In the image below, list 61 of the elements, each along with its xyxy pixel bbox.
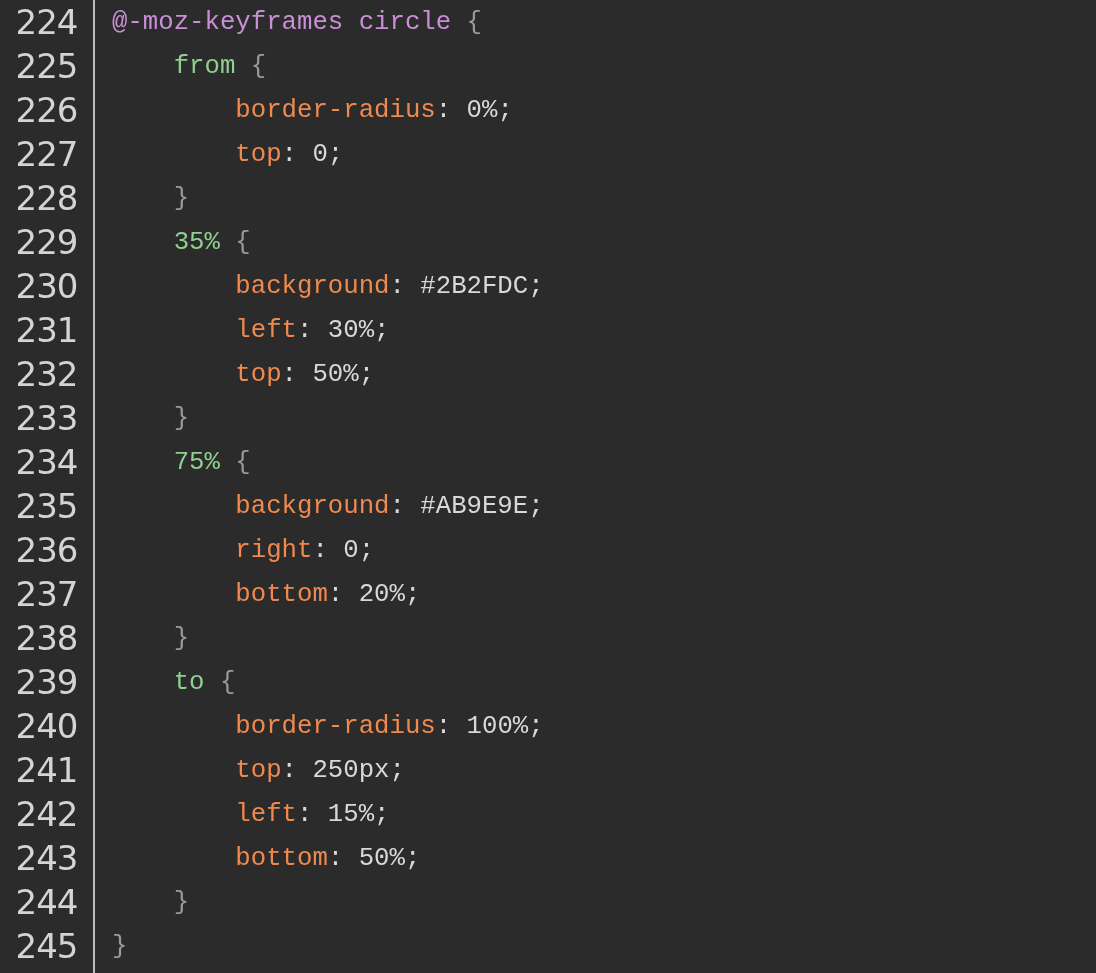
code-token: bottom <box>235 579 328 609</box>
code-token: left <box>235 799 297 829</box>
line-number: 237 <box>0 572 95 616</box>
code-token: to <box>173 667 205 697</box>
code-token: from <box>173 51 236 81</box>
line-number: 242 <box>0 792 95 836</box>
code-token: right <box>235 535 313 565</box>
code-token: } <box>173 887 190 917</box>
code-token: : 0; <box>312 535 375 565</box>
code-token: } <box>173 623 190 653</box>
code-token: : 0; <box>281 139 344 169</box>
code-token: bottom <box>235 843 328 873</box>
code-token: { <box>465 7 482 37</box>
line-number: 231 <box>0 308 95 352</box>
code-token: } <box>173 403 190 433</box>
line-number: 225 <box>0 44 95 88</box>
code-token: border-radius <box>235 95 436 125</box>
code-token: : 250px; <box>281 755 405 785</box>
code-token: { <box>234 447 251 477</box>
code-token: border-radius <box>235 711 436 741</box>
code-token: background <box>235 491 390 521</box>
code-token: : 20%; <box>327 579 421 609</box>
line-number: 240 <box>0 704 95 748</box>
code-token: { <box>249 51 267 81</box>
code-token: : 100%; <box>435 711 544 741</box>
code-token: : #2B2FDC; <box>389 271 544 301</box>
code-token: { <box>234 227 251 257</box>
line-number: 233 <box>0 396 95 440</box>
code-token: : 50%; <box>281 359 375 389</box>
code-token: background <box>235 271 390 301</box>
line-number: 244 <box>0 880 95 924</box>
code-token: top <box>235 139 282 169</box>
line-number: 236 <box>0 528 95 572</box>
code-token: top <box>235 755 282 785</box>
code-token: : 15%; <box>297 799 390 829</box>
code-token: } <box>173 183 190 213</box>
line-number: 243 <box>0 836 95 880</box>
line-number: 228 <box>0 176 95 220</box>
code-token: top <box>235 359 282 389</box>
code-token: 75% <box>173 447 220 477</box>
code-token: @-moz-keyframes circle <box>112 7 452 37</box>
line-number: 229 <box>0 220 95 264</box>
code-token: : 30%; <box>297 315 390 345</box>
code-token: 35% <box>173 227 220 257</box>
line-number: 232 <box>0 352 95 396</box>
line-number: 238 <box>0 616 95 660</box>
line-number: 245 <box>0 924 95 968</box>
code-token: : 50%; <box>327 843 421 873</box>
code-token: : 0%; <box>435 95 513 125</box>
line-number: 241 <box>0 748 95 792</box>
line-number: 239 <box>0 660 95 704</box>
code-token: left <box>235 315 297 345</box>
code-token: } <box>112 931 128 961</box>
line-number: 227 <box>0 132 95 176</box>
line-number: 234 <box>0 440 95 484</box>
line-number: 230 <box>0 264 95 308</box>
line-number: 226 <box>0 88 95 132</box>
line-number: 224 <box>0 0 95 44</box>
code-token: { <box>218 667 236 697</box>
code-token: : #AB9E9E; <box>389 491 544 521</box>
line-number: 235 <box>0 484 95 528</box>
